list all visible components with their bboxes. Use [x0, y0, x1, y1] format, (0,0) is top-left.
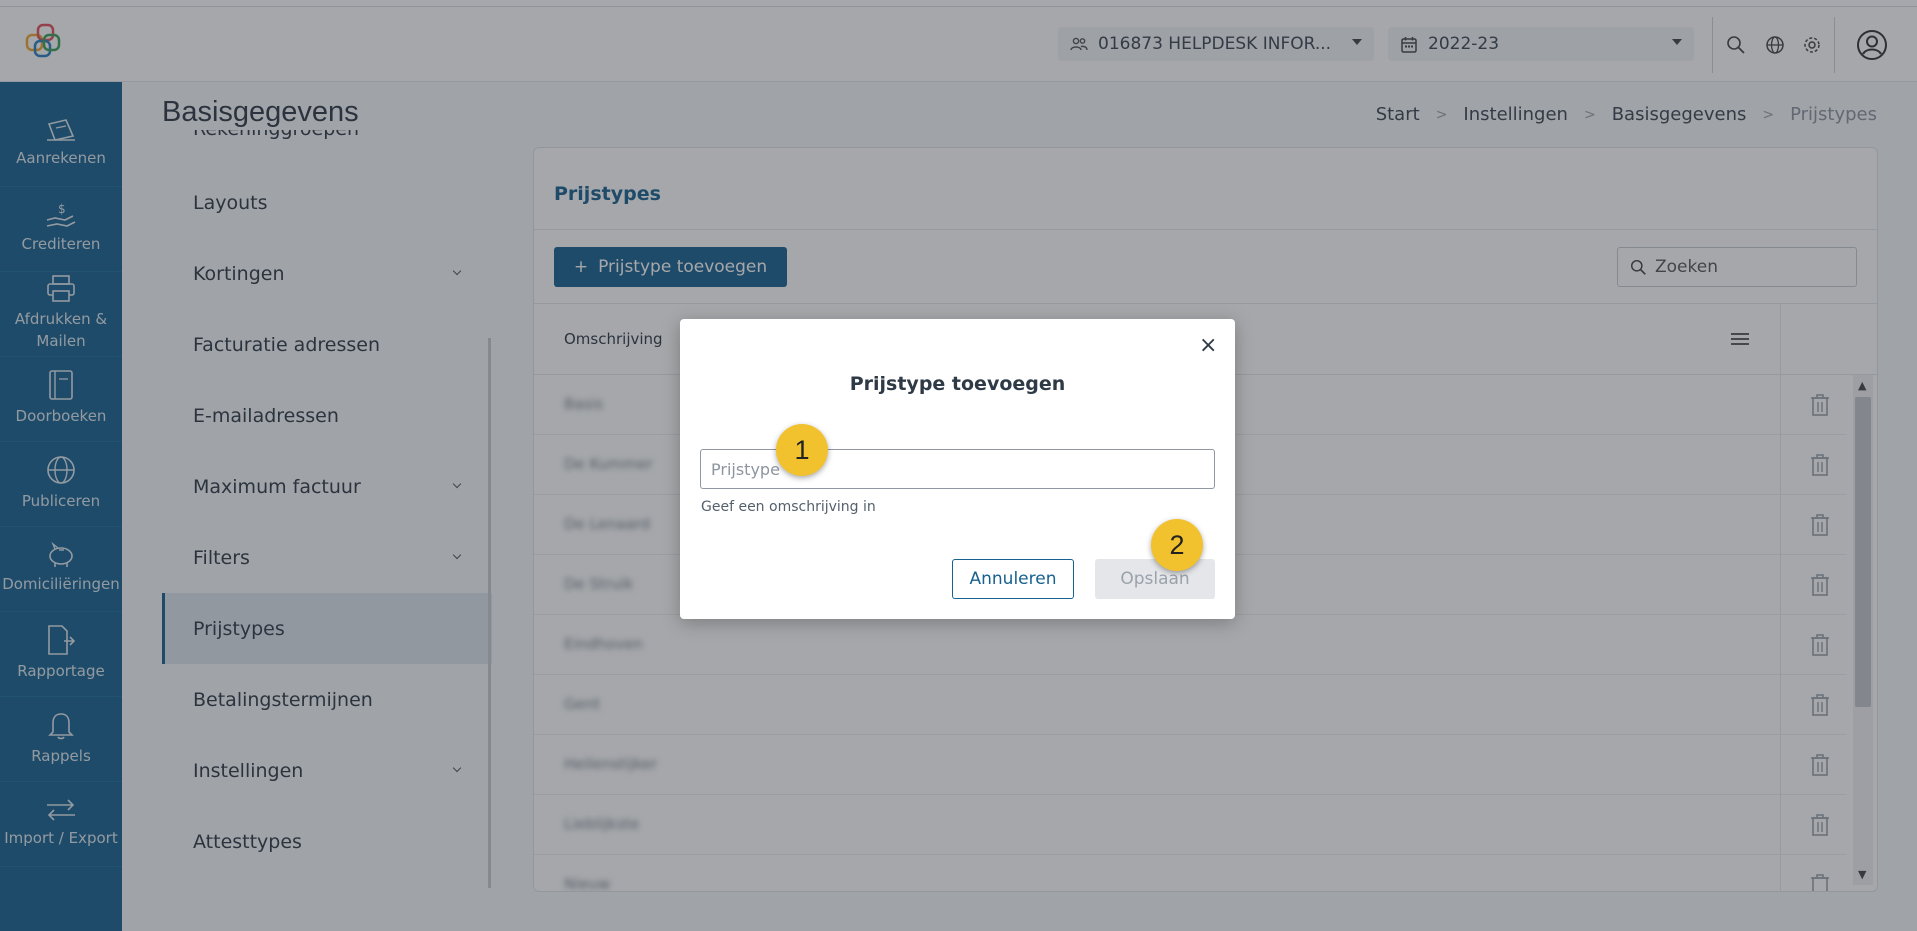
step-marker-1: 1: [776, 424, 828, 476]
save-button[interactable]: Opslaan: [1095, 559, 1215, 599]
cancel-button[interactable]: Annuleren: [952, 559, 1074, 599]
dialog-title: Prijstype toevoegen: [849, 373, 1066, 395]
add-prijstype-dialog: × Prijstype toevoegen Geef een omschrijv…: [680, 319, 1235, 619]
close-icon[interactable]: ×: [1199, 335, 1217, 357]
input-hint: Geef een omschrijving in: [701, 499, 876, 515]
step-marker-2: 2: [1151, 519, 1203, 571]
